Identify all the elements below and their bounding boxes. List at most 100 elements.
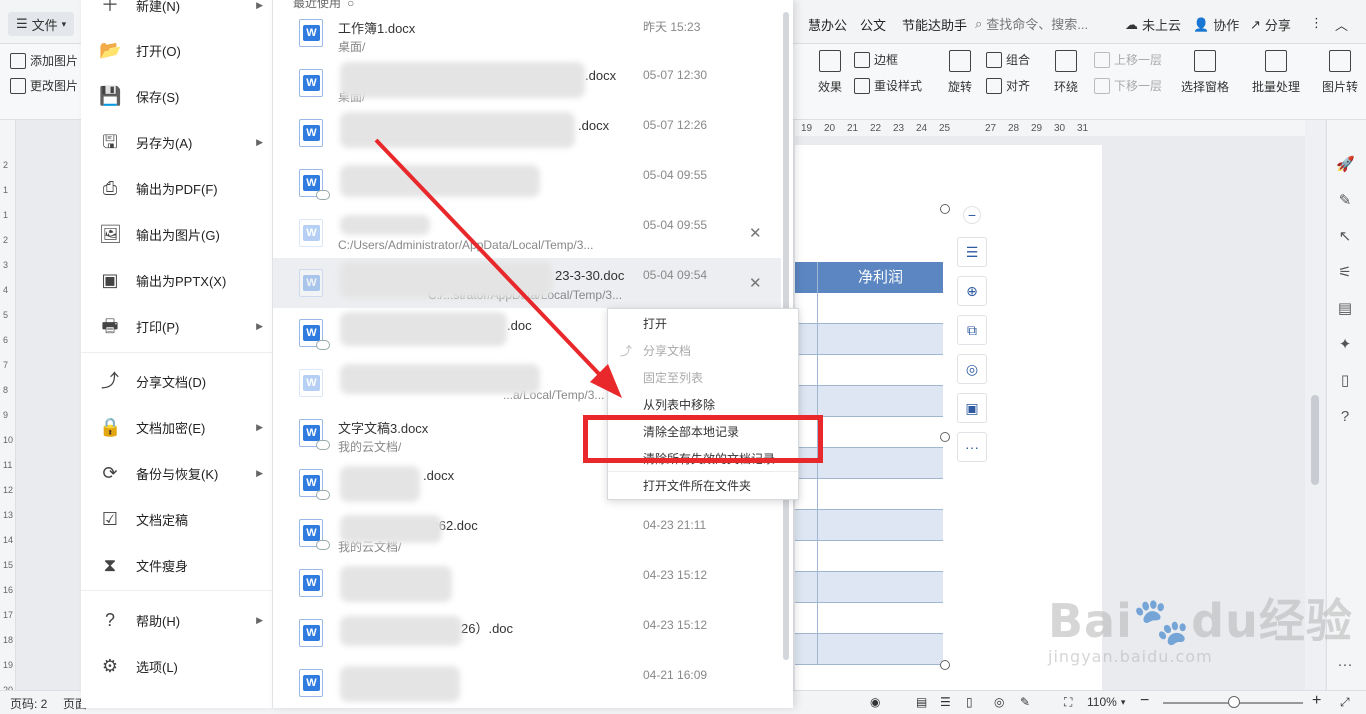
command-search[interactable]: ⌕ 查找命令、搜索... <box>975 14 1088 33</box>
add-image-button[interactable]: 添加图片 <box>10 52 78 69</box>
pointer-icon[interactable]: ↖ <box>1336 228 1354 246</box>
effects-button[interactable]: 效果 <box>800 50 860 95</box>
file-menu-item[interactable]: 📂 打开(O) <box>81 35 273 65</box>
zoom-image-icon[interactable]: ⊕ <box>957 276 987 306</box>
tab-hui-bangong[interactable]: 慧办公 <box>808 15 847 34</box>
help-circle-icon[interactable]: ? <box>1336 408 1354 426</box>
resize-handle[interactable] <box>940 660 950 670</box>
wrap-button[interactable]: 环绕 <box>1036 50 1096 95</box>
share-button[interactable]: ↗ 分享 <box>1250 15 1291 34</box>
vertical-ruler[interactable]: 211234567891011121314151617181920 <box>0 120 16 695</box>
file-menu-item[interactable]: 🖫 另存为(A) ▶ <box>81 127 273 157</box>
table-row[interactable] <box>795 572 943 603</box>
image-gallery-icon[interactable]: ▤ <box>1336 300 1354 318</box>
page-view-icon[interactable]: ▤ <box>916 695 927 709</box>
list-item[interactable]: 工作簿1.docx 桌面/昨天 15:23 <box>273 8 781 58</box>
fit-page-icon[interactable]: ⛶ <box>1064 695 1072 710</box>
file-menu-item[interactable]: ⤴ 分享文档(D) <box>81 366 273 396</box>
send-backward-button[interactable]: 下移一层 <box>1094 77 1162 94</box>
rocket-icon[interactable]: 🚀 <box>1336 156 1355 174</box>
context-menu-item[interactable]: ⤴ 分享文档 <box>608 337 798 364</box>
change-image-button[interactable]: 更改图片 <box>10 77 78 94</box>
read-view-icon[interactable]: ▯ <box>966 695 973 709</box>
more-options-icon[interactable]: ··· <box>957 432 987 462</box>
file-menu-item[interactable]: ⟳ 备份与恢复(K) ▶ <box>81 458 273 488</box>
context-menu-item[interactable]: 固定至列表 <box>608 364 798 391</box>
reset-style-button[interactable]: 重设样式 <box>854 77 922 94</box>
scroll-thumb[interactable] <box>1311 395 1319 485</box>
file-menu-item[interactable]: ☑ 文档定稿 <box>81 504 273 534</box>
document-table[interactable]: 净利润 <box>795 262 943 665</box>
file-menu-item[interactable]: ⎙ 输出为PDF(F) <box>81 173 273 203</box>
bring-forward-icon <box>1094 51 1110 68</box>
ruler-tick: 1 <box>3 185 9 195</box>
zoom-in-button[interactable]: + <box>1312 692 1321 710</box>
context-menu-item[interactable]: 打开 <box>608 310 798 337</box>
rotate-button[interactable]: 旋转 <box>930 50 990 95</box>
file-menu-button[interactable]: ☰ 文件 ▾ <box>8 12 75 36</box>
file-menu-item[interactable]: 🔒 文档加密(E) ▶ <box>81 412 273 442</box>
chevron-right-icon: ▶ <box>256 0 263 10</box>
share-arrow-icon: ↗ <box>1250 16 1261 32</box>
cloud-status[interactable]: ☁ 未上云 <box>1125 15 1181 34</box>
batch-button[interactable]: 批量处理 <box>1246 50 1306 95</box>
zoom-out-button[interactable]: − <box>1140 692 1149 710</box>
zoom-slider-knob[interactable] <box>1228 696 1240 708</box>
table-row[interactable] <box>795 634 943 665</box>
crop-icon[interactable]: ⧉ <box>957 315 987 345</box>
table-row[interactable] <box>795 479 943 510</box>
collapse-ribbon-icon[interactable]: ︿ <box>1335 15 1348 34</box>
table-row[interactable] <box>795 541 943 572</box>
table-row[interactable] <box>795 603 943 634</box>
combine-button[interactable]: 组合 <box>986 51 1030 68</box>
compass-icon[interactable]: ✦ <box>1336 336 1354 354</box>
file-name: .docx <box>578 118 610 133</box>
expand-icon[interactable]: ⤢ <box>1340 695 1350 710</box>
image-to-text-icon[interactable]: ▣ <box>957 393 987 423</box>
eye-icon[interactable]: ◉ <box>870 695 880 709</box>
file-menu-item[interactable]: 🖶 打印(P) ▶ <box>81 311 273 341</box>
book-icon[interactable]: ▯ <box>1336 372 1354 390</box>
write-mode-icon[interactable]: ✎ <box>1020 695 1030 709</box>
border-button[interactable]: 边框 <box>854 51 898 68</box>
file-menu-item[interactable]: ▣ 输出为PPTX(X) <box>81 265 273 295</box>
align-button[interactable]: 对齐 <box>986 77 1030 94</box>
sliders-icon[interactable]: ⚟ <box>1336 264 1354 282</box>
file-menu-item[interactable]: ＋ 新建(N) ▶ <box>81 0 273 20</box>
zoom-level[interactable]: 110% ▾ <box>1087 695 1125 709</box>
file-menu-item[interactable]: 🖼 输出为图片(G) <box>81 219 273 249</box>
collapse-icon[interactable]: − <box>963 206 981 224</box>
context-menu-item[interactable]: 打开文件所在文件夹 <box>608 472 798 499</box>
close-icon[interactable]: ✕ <box>749 224 762 242</box>
word-doc-icon <box>299 419 330 450</box>
table-row[interactable] <box>795 510 943 541</box>
table-row[interactable] <box>795 324 943 355</box>
file-menu-item-label: 文档加密(E) <box>136 420 206 436</box>
file-menu-item[interactable]: ⚙ 选项(L) <box>81 651 273 681</box>
tab-gongwen[interactable]: 公文 <box>860 15 886 34</box>
table-row[interactable] <box>795 293 943 324</box>
idea-bulb-icon[interactable]: ◎ <box>957 354 987 384</box>
table-row[interactable] <box>795 355 943 386</box>
collab-button[interactable]: 👤 协作 <box>1193 15 1239 34</box>
picture-convert-button[interactable]: 图片转 <box>1310 50 1366 95</box>
more-icon[interactable]: ⋮ <box>1310 15 1323 31</box>
close-icon[interactable]: ✕ <box>749 274 762 292</box>
file-time: 04-21 16:09 <box>643 668 708 682</box>
context-menu-item[interactable]: 从列表中移除 <box>608 391 798 418</box>
selection-pane-button[interactable]: 选择窗格 <box>1175 50 1235 95</box>
bring-forward-button[interactable]: 上移一层 <box>1094 51 1162 68</box>
table-row[interactable] <box>795 386 943 417</box>
outline-view-icon[interactable]: ☰ <box>940 695 951 709</box>
web-view-icon[interactable]: ◎ <box>994 695 1004 709</box>
file-menu-item[interactable]: 💾 保存(S) <box>81 81 273 111</box>
file-menu-item[interactable]: ⧗ 文件瘦身 <box>81 550 273 580</box>
layout-options-icon[interactable]: ☰ <box>957 237 987 267</box>
pen-icon[interactable]: ✎ <box>1336 192 1354 210</box>
bring-forward-label: 上移一层 <box>1114 53 1163 67</box>
horizontal-ruler[interactable]: 19 20 21 22 23 24 25 27 28 29 30 31 <box>795 120 1305 136</box>
resize-handle[interactable] <box>940 432 950 442</box>
file-menu-item[interactable]: ? 帮助(H) ▶ <box>81 605 273 635</box>
tab-assistant[interactable]: 节能达助手 <box>902 15 967 34</box>
resize-handle[interactable] <box>940 204 950 214</box>
